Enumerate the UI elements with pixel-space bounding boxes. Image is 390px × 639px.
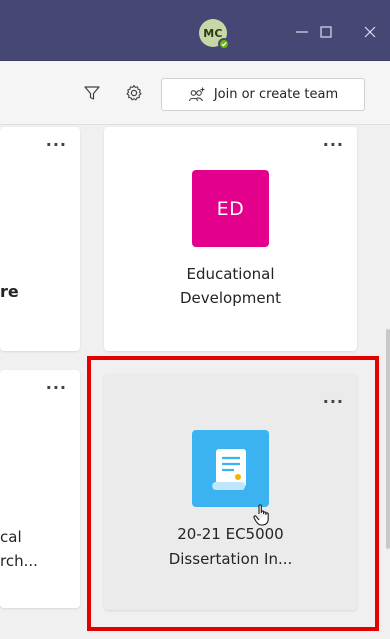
close-button[interactable] — [355, 19, 385, 45]
close-icon — [364, 26, 376, 38]
minimize-icon — [296, 31, 308, 33]
more-options-icon[interactable]: ... — [46, 131, 67, 150]
maximize-icon — [320, 26, 332, 38]
team-avatar-tile — [192, 430, 269, 507]
team-name: re — [0, 282, 19, 301]
team-card-educational-development[interactable]: ... ED Educational Development — [104, 127, 357, 351]
filter-button[interactable] — [82, 83, 102, 103]
join-or-create-team-button[interactable]: Join or create team — [161, 78, 365, 111]
more-options-icon[interactable]: ... — [323, 388, 344, 407]
team-card-ec5000-dissertation[interactable]: ... 20-21 EC5000 Dissertation In... — [104, 374, 357, 610]
filter-icon — [84, 86, 100, 100]
people-add-icon — [188, 87, 205, 101]
more-options-icon[interactable]: ... — [323, 131, 344, 150]
team-card-left-top[interactable]: ... re — [0, 127, 80, 351]
join-or-create-team-label: Join or create team — [213, 87, 339, 102]
title-bar: MC — [0, 0, 390, 61]
team-name-line-2: Development — [180, 289, 281, 307]
maximize-button[interactable] — [311, 19, 341, 45]
avatar-initials: MC — [203, 26, 223, 40]
more-options-icon[interactable]: ... — [46, 374, 67, 393]
hand-pointer-cursor-icon — [253, 504, 269, 526]
team-card-left-bottom[interactable]: ... cal rch... — [0, 370, 80, 608]
presence-available-icon — [218, 38, 230, 50]
team-name-line-1: cal — [0, 528, 22, 546]
team-avatar-tile: ED — [192, 170, 269, 247]
gear-icon — [126, 84, 142, 101]
team-initials: ED — [216, 197, 245, 220]
team-name-line-1: Educational — [186, 265, 275, 283]
certificate-scroll-icon — [211, 448, 246, 490]
team-name-line-2: rch... — [0, 552, 38, 570]
settings-button[interactable] — [124, 83, 144, 103]
scrollbar-thumb[interactable] — [386, 329, 390, 549]
team-name-line-2: Dissertation In... — [168, 550, 293, 568]
team-name-line-1: 20-21 EC5000 — [177, 525, 284, 543]
